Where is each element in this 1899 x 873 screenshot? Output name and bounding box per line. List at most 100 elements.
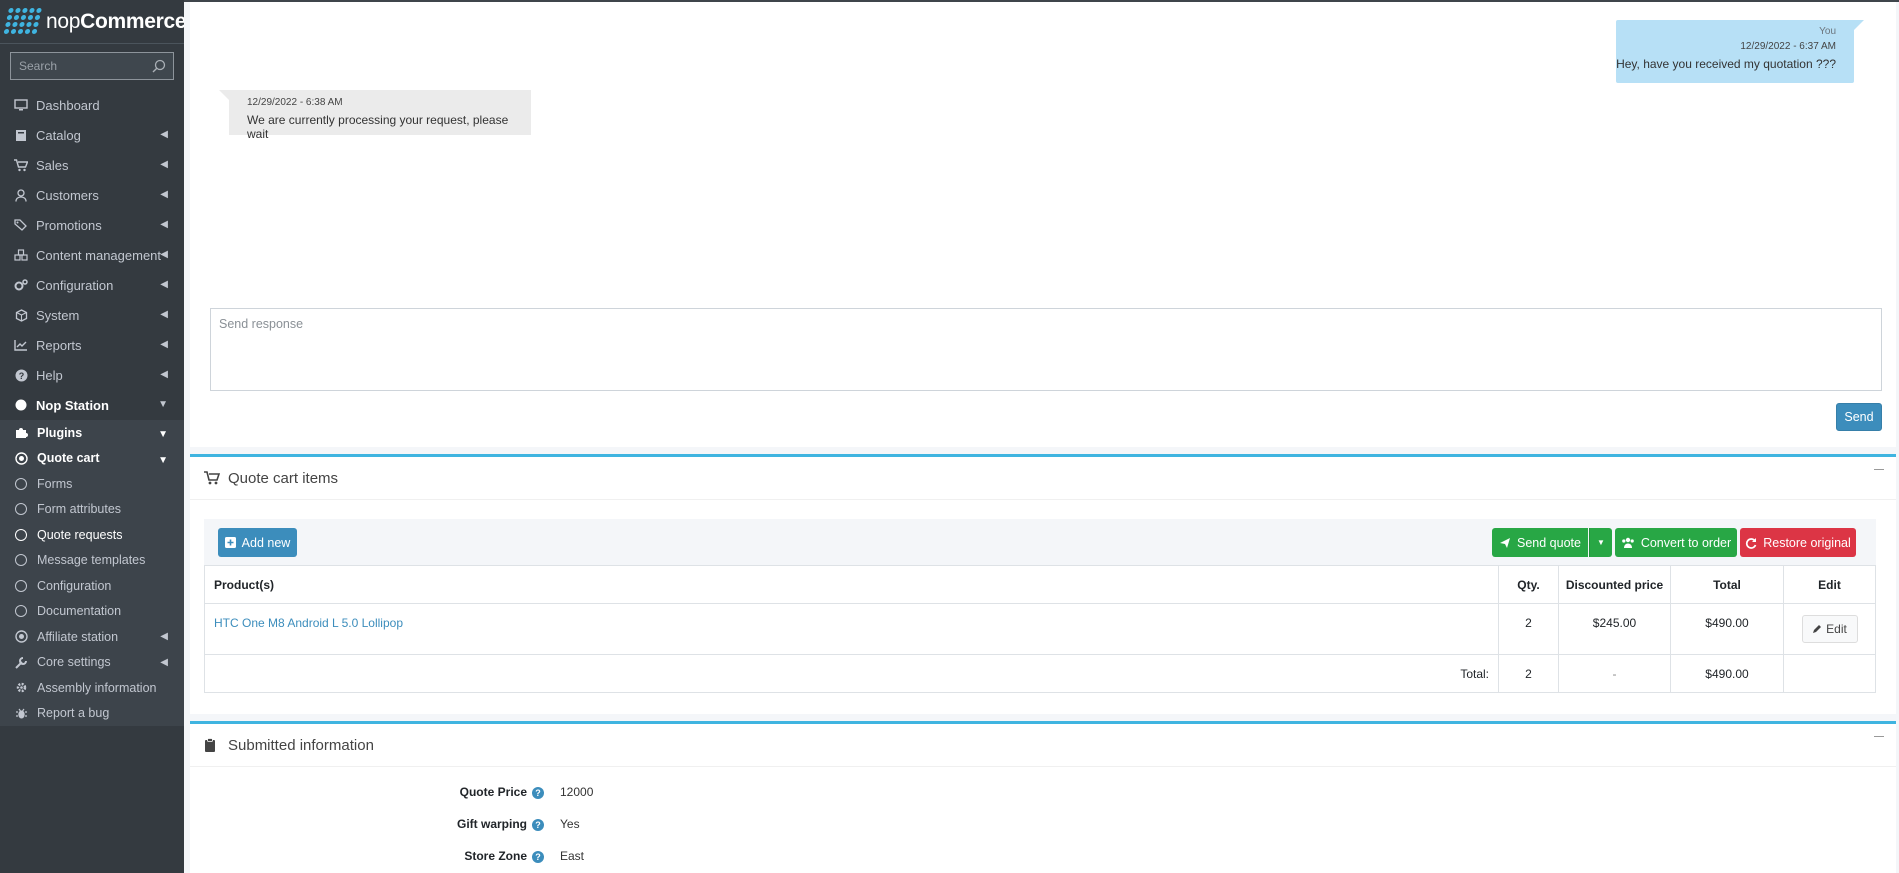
sidebar-item-plugins[interactable]: Plugins ▼ xyxy=(0,420,184,446)
monitor-icon xyxy=(14,98,28,112)
sidebar-item-configuration-sub[interactable]: Configuration xyxy=(0,573,184,599)
sidebar-item-core-settings[interactable]: Core settings ◀ xyxy=(0,650,184,676)
edit-cell: Edit xyxy=(1783,603,1876,655)
svg-text:?: ? xyxy=(18,371,24,381)
sidebar-item-label: Affiliate station xyxy=(37,629,119,644)
edit-button[interactable]: Edit xyxy=(1801,615,1858,643)
dot-circle-icon xyxy=(15,630,29,643)
main-content: You 12/29/2022 - 6:37 AM Hey, have you r… xyxy=(184,0,1899,873)
add-new-button[interactable]: Add new xyxy=(218,528,297,557)
send-button[interactable]: Send xyxy=(1836,403,1882,431)
collapse-icon[interactable] xyxy=(1874,469,1884,470)
paper-plane-icon xyxy=(1499,537,1511,549)
circle-outline-icon xyxy=(15,503,27,516)
chart-icon xyxy=(14,338,28,352)
product-cell: HTC One M8 Android L 5.0 Lollipop xyxy=(204,603,1499,655)
chevron-left-icon: ◀ xyxy=(160,129,168,140)
submitted-information-card: Submitted information Quote Price? 12000… xyxy=(190,721,1896,873)
circle-outline-icon xyxy=(15,579,27,592)
help-icon[interactable]: ? xyxy=(532,787,544,799)
logo-dots-icon xyxy=(3,7,43,36)
chevron-left-icon: ◀ xyxy=(160,369,168,380)
sidebar-item-forms[interactable]: Forms xyxy=(0,471,184,497)
sidebar-item-label: Forms xyxy=(37,476,73,491)
info-row-gift-warping: Gift warping? Yes xyxy=(190,811,580,837)
sidebar-item-dashboard[interactable]: Dashboard xyxy=(0,90,184,120)
sidebar-item-customers[interactable]: Customers ◀ xyxy=(0,180,184,210)
search-input[interactable] xyxy=(11,59,145,73)
sidebar-item-message-templates[interactable]: Message templates xyxy=(0,548,184,574)
brand-logo[interactable]: nopCommerce xyxy=(0,0,187,44)
column-header-qty[interactable]: Qty. xyxy=(1498,565,1559,604)
dot-circle-icon xyxy=(15,452,29,465)
clipboard-icon xyxy=(204,737,220,753)
customer-message-bubble: You 12/29/2022 - 6:37 AM Hey, have you r… xyxy=(1616,20,1864,83)
sidebar-item-sales[interactable]: Sales ◀ xyxy=(0,150,184,180)
card-title: Submitted information xyxy=(228,736,374,754)
button-label: Send quote xyxy=(1517,535,1581,550)
chevron-left-icon: ◀ xyxy=(160,159,168,170)
search-icon[interactable] xyxy=(145,53,173,79)
info-row-store-zone: Store Zone? East xyxy=(190,843,584,869)
column-header-products[interactable]: Product(s) xyxy=(204,565,1499,604)
sidebar-item-quote-requests[interactable]: Quote requests xyxy=(0,522,184,548)
field-value: Yes xyxy=(560,817,580,831)
sidebar-item-content-management[interactable]: Content management ◀ xyxy=(0,240,184,270)
sidebar-item-assembly-information[interactable]: Assembly information xyxy=(0,675,184,701)
users-icon xyxy=(1621,537,1635,548)
grid-toolbar: Add new Send quote ▼ Convert to order Re… xyxy=(204,519,1876,565)
book-icon xyxy=(14,128,28,142)
card-header[interactable]: Submitted information xyxy=(190,724,1896,767)
sidebar-item-affiliate-station[interactable]: Affiliate station ◀ xyxy=(0,624,184,650)
chevron-left-icon: ◀ xyxy=(160,219,168,230)
product-link[interactable]: HTC One M8 Android L 5.0 Lollipop xyxy=(214,616,403,630)
quote-cart-table: Product(s) Qty. Discounted price Total E… xyxy=(204,565,1876,693)
total-empty-cell xyxy=(1783,654,1876,693)
sidebar-item-promotions[interactable]: Promotions ◀ xyxy=(0,210,184,240)
send-response-textarea[interactable] xyxy=(210,308,1882,391)
field-value: East xyxy=(560,849,585,863)
send-quote-dropdown-toggle[interactable]: ▼ xyxy=(1589,528,1612,557)
sidebar-item-documentation[interactable]: Documentation xyxy=(0,599,184,625)
column-header-edit[interactable]: Edit xyxy=(1783,565,1876,604)
send-quote-button[interactable]: Send quote xyxy=(1492,528,1588,557)
sidebar-item-form-attributes[interactable]: Form attributes xyxy=(0,497,184,523)
cart-icon xyxy=(204,470,220,486)
collapse-icon[interactable] xyxy=(1874,736,1884,737)
admin-message-bubble: 12/29/2022 - 6:38 AM We are currently pr… xyxy=(219,90,531,141)
sidebar-item-quote-cart[interactable]: Quote cart ▼ xyxy=(0,446,184,472)
sidebar-item-system[interactable]: System ◀ xyxy=(0,300,184,330)
sidebar-item-label: System xyxy=(36,307,80,323)
user-icon xyxy=(14,188,28,202)
sidebar-item-catalog[interactable]: Catalog ◀ xyxy=(0,120,184,150)
column-header-discounted-price[interactable]: Discounted price xyxy=(1558,565,1671,604)
total-amount-cell: $490.00 xyxy=(1670,654,1784,693)
convert-to-order-button[interactable]: Convert to order xyxy=(1615,528,1737,557)
sidebar-item-help[interactable]: ? Help ◀ xyxy=(0,360,184,390)
table-header-row: Product(s) Qty. Discounted price Total E… xyxy=(204,565,1876,604)
restore-original-button[interactable]: Restore original xyxy=(1740,528,1856,557)
sidebar-item-label: Content management xyxy=(36,247,162,263)
help-icon[interactable]: ? xyxy=(532,851,544,863)
sidebar-item-configuration[interactable]: Configuration ◀ xyxy=(0,270,184,300)
card-title: Quote cart items xyxy=(228,469,339,487)
help-icon[interactable]: ? xyxy=(532,819,544,831)
total-qty-cell: 2 xyxy=(1498,654,1559,693)
message-text: We are currently processing your request… xyxy=(247,113,509,141)
sidebar-item-label: Form attributes xyxy=(37,502,122,517)
chevron-left-icon: ◀ xyxy=(160,309,168,320)
sidebar-item-nop-station[interactable]: Nop Station ▼ xyxy=(0,390,184,420)
card-header[interactable]: Quote cart items xyxy=(190,457,1896,500)
column-header-total[interactable]: Total xyxy=(1670,565,1784,604)
nop-station-submenu: Plugins ▼ Quote cart ▼ Forms Form attrib… xyxy=(0,420,184,726)
sidebar-item-label: Promotions xyxy=(36,217,102,233)
sidebar-item-report-bug[interactable]: Report a bug xyxy=(0,701,184,727)
chevron-down-icon: ▼ xyxy=(158,454,168,466)
sidebar-item-label: Nop Station xyxy=(36,397,109,413)
message-timestamp: 12/29/2022 - 6:37 AM xyxy=(1740,41,1836,52)
circle-outline-icon xyxy=(15,477,27,490)
sidebar-item-reports[interactable]: Reports ◀ xyxy=(0,330,184,360)
sidebar-item-label: Help xyxy=(36,367,63,383)
button-label: Edit xyxy=(1826,622,1847,636)
sidebar-item-label: Assembly information xyxy=(37,680,157,695)
